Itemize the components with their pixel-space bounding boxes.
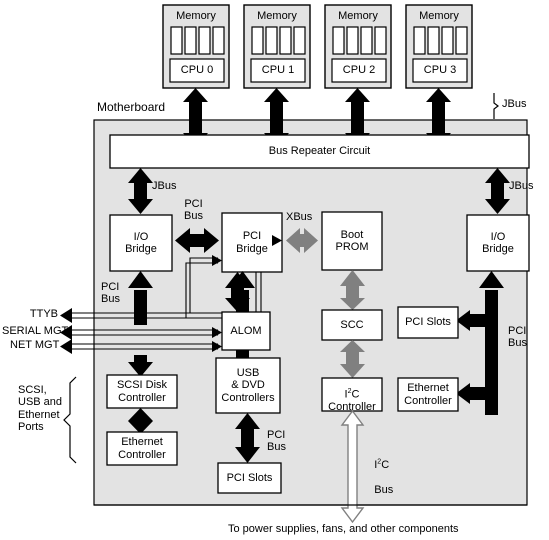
usb-dvd-controllers-box bbox=[215, 357, 281, 414]
pci-bus-right-label: PCI Bus bbox=[508, 325, 527, 350]
i2c-bus-label: I2C Bus bbox=[362, 446, 393, 508]
cpu-module-3 bbox=[405, 4, 473, 89]
io-bridge-right-box bbox=[466, 214, 530, 272]
boot-prom-box bbox=[321, 211, 383, 271]
i2c-controller-box bbox=[321, 377, 383, 412]
pci-bus-top-label: PCI Bus bbox=[184, 198, 203, 223]
i2c-bus-line2: Bus bbox=[374, 483, 394, 496]
jbus-top-label: JBus bbox=[502, 98, 527, 110]
i2c-bus-c: C bbox=[381, 458, 390, 471]
ethernet-controller-right-box bbox=[397, 377, 459, 412]
cpu-module-2 bbox=[324, 4, 392, 89]
i2c-bus-line1: I2C bbox=[374, 458, 390, 471]
scc-box bbox=[321, 309, 383, 341]
scsi-disk-controller-box bbox=[106, 374, 178, 409]
xbus-label: XBus bbox=[286, 211, 313, 223]
cpu-module-1 bbox=[243, 4, 311, 89]
motherboard-label: Motherboard bbox=[97, 100, 166, 114]
io-bridge-left-box bbox=[109, 214, 173, 272]
diagram-canvas: Memory CPU 0 Memory CPU 1 Memory CPU 2 M… bbox=[0, 0, 549, 540]
cpu-module-0 bbox=[162, 4, 230, 89]
ports-group-label: SCSI, USB and Ethernet Ports bbox=[18, 384, 63, 433]
serial-mgt-label: SERIAL MGT bbox=[2, 325, 69, 337]
bus-repeater-box bbox=[109, 134, 530, 169]
jbus-left-label: JBus bbox=[152, 180, 177, 192]
pci-slots-bottom-box bbox=[217, 462, 282, 494]
jbus-right-label: JBus bbox=[509, 180, 534, 192]
diagram-svg bbox=[60, 4, 530, 524]
pci-bus-bottom-label: PCI Bus bbox=[267, 429, 286, 454]
pci-slots-right-box bbox=[397, 306, 459, 339]
alom-box bbox=[221, 311, 271, 351]
jbus-brace bbox=[493, 93, 499, 119]
footer-label: To power supplies, fans, and other compo… bbox=[228, 523, 459, 535]
net-mgt-label: NET MGT bbox=[10, 339, 60, 351]
pci-bus-left-label: PCI Bus bbox=[101, 281, 120, 306]
ttyb-label: TTYB bbox=[29, 308, 58, 320]
ethernet-controller-left-box bbox=[106, 431, 178, 466]
